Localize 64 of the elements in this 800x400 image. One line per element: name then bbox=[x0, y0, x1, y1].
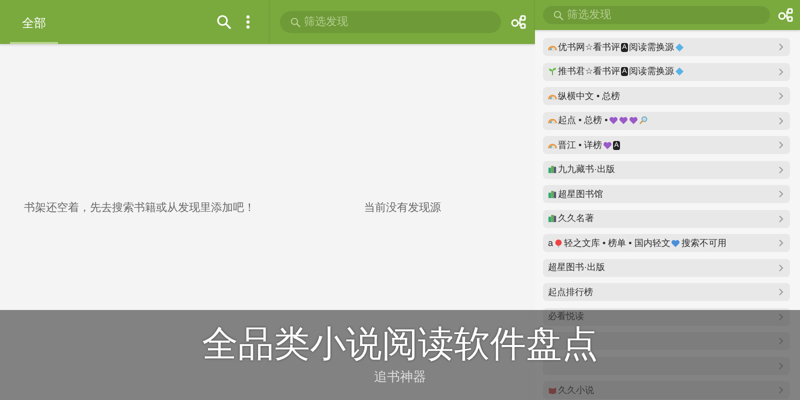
row-label: 纵横中文 • 总榜 bbox=[558, 90, 620, 102]
row-label: 久久小说 bbox=[558, 384, 594, 396]
chevron-icon bbox=[778, 362, 784, 370]
empty-message: 当前没有发现源 bbox=[364, 200, 441, 214]
search-icon[interactable] bbox=[290, 16, 301, 28]
source-row[interactable]: 纵横中文 • 总榜 bbox=[543, 87, 790, 105]
search-icon[interactable] bbox=[216, 14, 232, 30]
row-label: 推书君☆看书评 bbox=[558, 65, 620, 78]
source-row[interactable]: 起点排行榜 bbox=[543, 283, 790, 301]
books-icon bbox=[548, 214, 557, 223]
source-row[interactable]: 九九藏书·出版 bbox=[543, 160, 790, 178]
books-icon bbox=[548, 165, 557, 174]
source-row[interactable]: 超星图书馆 bbox=[543, 185, 790, 203]
source-row[interactable]: 久久名著 bbox=[543, 210, 790, 228]
row-label: 必看悦读 bbox=[548, 310, 584, 323]
chevron-icon bbox=[778, 386, 784, 394]
rainbow-icon bbox=[548, 92, 557, 100]
search-icon[interactable] bbox=[553, 10, 564, 20]
row-label: 九九藏书·出版 bbox=[558, 163, 615, 176]
diamond-icon bbox=[674, 42, 684, 52]
row-label: 起点 • 总榜 • bbox=[558, 114, 608, 127]
caption-subtitle: 追书神器 bbox=[374, 368, 426, 386]
rainbow-icon bbox=[548, 140, 557, 150]
chevron-icon bbox=[778, 141, 784, 149]
row-label: 晋江 • 详榜 bbox=[558, 138, 602, 152]
chevron-icon bbox=[778, 68, 784, 76]
chevron-icon bbox=[778, 116, 784, 124]
row-label: 久久名著 bbox=[558, 212, 594, 225]
magnifier-icon bbox=[638, 116, 648, 125]
sprout-icon bbox=[548, 67, 557, 76]
row-label: 超星图书·出版 bbox=[548, 261, 605, 274]
row-label: 优书网☆看书评 bbox=[558, 40, 620, 54]
source-row[interactable]: a 轻之文库 • 榜单 • 国内轻文 搜索不可用 bbox=[543, 234, 790, 252]
chevron-icon bbox=[778, 312, 784, 320]
row-label: 轻之文库 • 榜单 • 国内轻文 bbox=[564, 236, 670, 250]
chevron-icon bbox=[778, 92, 784, 100]
nodes-icon[interactable] bbox=[778, 7, 794, 23]
source-row[interactable]: 起点 • 总榜 • bbox=[543, 112, 790, 130]
rainbow-icon bbox=[548, 42, 557, 52]
search-field[interactable]: 筛选发现 bbox=[543, 6, 770, 24]
row-label: 搜索不可用 bbox=[681, 236, 726, 250]
row-label: 超星图书馆 bbox=[558, 188, 603, 200]
row-label: a bbox=[548, 238, 554, 248]
diamond-icon bbox=[674, 67, 684, 76]
chevron-icon bbox=[778, 166, 784, 174]
chevron-icon bbox=[778, 337, 784, 345]
chevron-icon bbox=[778, 214, 784, 222]
row-label: 起点排行榜 bbox=[548, 286, 593, 298]
chevron-icon bbox=[778, 239, 784, 247]
row-label: 阅读需换源 bbox=[628, 65, 674, 78]
rainbow-icon bbox=[548, 116, 557, 125]
books-icon bbox=[548, 190, 557, 198]
chevron-icon bbox=[778, 190, 784, 198]
balloon-icon bbox=[554, 238, 564, 248]
source-row[interactable]: 超星图书·出版 bbox=[543, 258, 790, 276]
empty-message: 书架还空着，先去搜索书籍或从发现里添加吧！ bbox=[24, 200, 255, 214]
search-field[interactable]: 筛选发现 bbox=[280, 11, 501, 33]
book-icon bbox=[548, 386, 557, 394]
row-label: 阅读需换源 bbox=[628, 40, 674, 54]
more-icon[interactable] bbox=[246, 14, 250, 30]
chevron-icon bbox=[778, 288, 784, 296]
chevron-icon bbox=[778, 264, 784, 272]
chevron-icon bbox=[778, 43, 784, 51]
nodes-icon[interactable] bbox=[511, 14, 527, 30]
